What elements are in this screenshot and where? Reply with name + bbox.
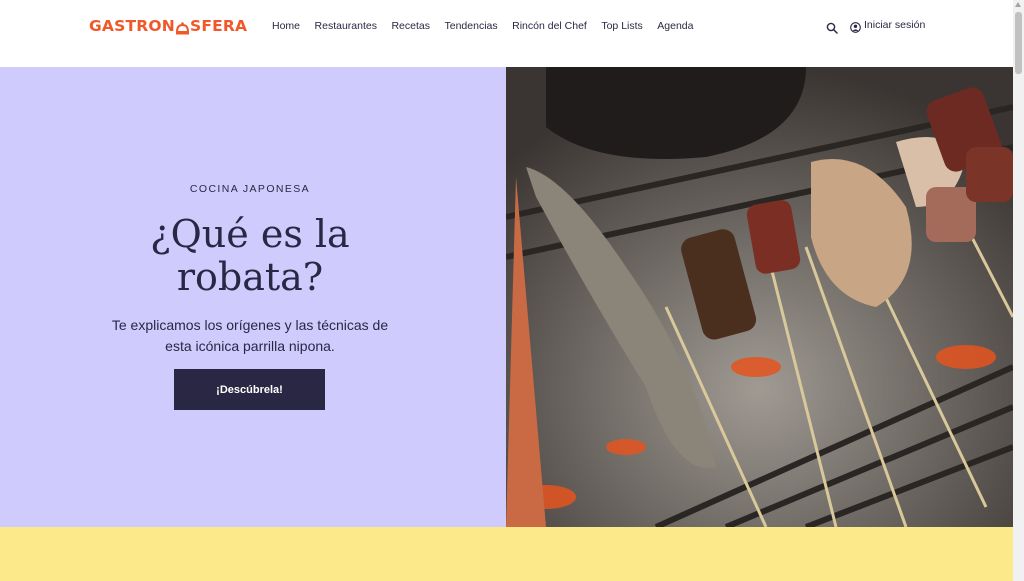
main-nav: Home Restaurantes Recetas Tendencias Rin… (272, 20, 708, 32)
hero-banner: COCINA JAPONESA ¿Qué es la robata? Te ex… (0, 67, 1013, 527)
login-link[interactable]: Iniciar sesión (850, 19, 926, 33)
hero-eyebrow: COCINA JAPONESA (189, 183, 311, 195)
user-circle-icon (850, 20, 861, 33)
logo-text-left: GASTRON (89, 17, 175, 35)
login-label: Iniciar sesión (864, 19, 926, 31)
nav-item-recetas[interactable]: Recetas (391, 20, 430, 32)
search-icon[interactable] (826, 21, 838, 34)
next-section-band (0, 527, 1013, 581)
scrollbar-thumb[interactable] (1015, 12, 1022, 74)
hero-image-robata-skewers[interactable] (506, 67, 1013, 527)
nav-item-home[interactable]: Home (272, 20, 300, 32)
hero-title: ¿Qué es la robata? (0, 213, 500, 299)
site-header: GASTRON SFERA Home Restaurantes Recetas … (0, 0, 1013, 67)
scroll-up-arrow-icon[interactable] (1015, 2, 1021, 7)
logo-text-right: SFERA (189, 17, 248, 35)
page-scrollbar[interactable] (1013, 0, 1024, 581)
hero-title-line-1: ¿Qué es la (150, 212, 350, 256)
hero-title-line-2: robata? (176, 255, 324, 299)
nav-item-rincon-del-chef[interactable]: Rincón del Chef (512, 20, 587, 32)
site-logo[interactable]: GASTRON SFERA (89, 17, 247, 35)
logo-cloche-icon (175, 21, 189, 35)
nav-item-top-lists[interactable]: Top Lists (601, 20, 642, 32)
nav-item-restaurantes[interactable]: Restaurantes (315, 20, 377, 32)
nav-item-agenda[interactable]: Agenda (657, 20, 693, 32)
nav-item-tendencias[interactable]: Tendencias (445, 20, 498, 32)
hero-text-panel: COCINA JAPONESA ¿Qué es la robata? Te ex… (0, 67, 506, 527)
discover-button[interactable]: ¡Descúbrela! (174, 369, 325, 410)
hero-subtitle: Te explicamos los orígenes y las técnica… (111, 317, 389, 354)
robata-photo-illustration (506, 67, 1013, 527)
